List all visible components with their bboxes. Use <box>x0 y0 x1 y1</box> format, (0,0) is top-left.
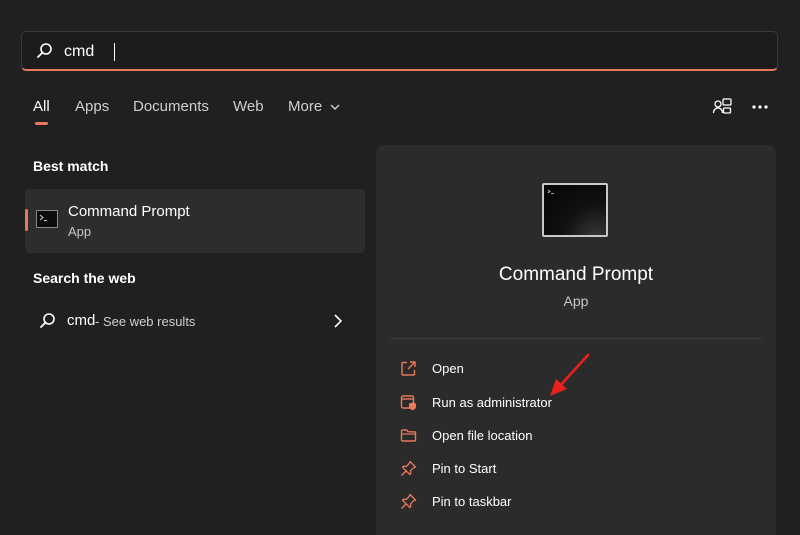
chevron-right-icon <box>334 314 343 328</box>
web-result-item[interactable]: cmd - See web results <box>25 303 365 339</box>
pin-to-taskbar-action[interactable]: Pin to taskbar <box>400 491 740 513</box>
command-prompt-icon <box>542 183 608 237</box>
web-query: cmd <box>67 312 96 329</box>
tab-label: Apps <box>75 98 110 115</box>
tab-web[interactable]: Web <box>233 98 264 115</box>
open-file-location-action[interactable]: Open file location <box>400 425 740 447</box>
pin-icon <box>401 460 417 476</box>
tab-more[interactable]: More <box>288 98 340 115</box>
action-label: Open file location <box>432 428 533 443</box>
action-label: Run as administrator <box>432 395 552 410</box>
pin-icon <box>401 493 417 509</box>
tab-label: More <box>288 98 323 115</box>
web-results-hint: - See web results <box>95 314 196 329</box>
best-match-item[interactable]: Command Prompt App <box>25 189 365 253</box>
search-input[interactable] <box>64 41 714 63</box>
command-prompt-icon <box>36 210 58 228</box>
run-admin-icon <box>400 395 416 411</box>
windows-search-window: All Apps Documents Web More Best match <box>0 0 800 535</box>
selection-indicator <box>25 209 28 231</box>
pin-to-start-action[interactable]: Pin to Start <box>400 458 740 480</box>
more-icon[interactable] <box>750 97 770 117</box>
action-label: Pin to Start <box>432 461 497 476</box>
search-icon <box>40 313 55 328</box>
details-panel: Command Prompt App Open Run as administr… <box>376 145 776 535</box>
active-tab-indicator <box>35 122 48 125</box>
terminal-glyph-icon <box>547 189 554 194</box>
folder-icon <box>400 429 417 442</box>
best-match-heading: Best match <box>33 158 109 174</box>
terminal-glyph-icon <box>39 214 47 221</box>
details-subtitle: App <box>563 293 589 309</box>
tab-label: Web <box>233 98 264 115</box>
search-icon <box>37 43 52 58</box>
tab-all[interactable]: All <box>33 98 50 125</box>
tab-apps[interactable]: Apps <box>75 98 109 115</box>
annotation-arrow-icon <box>550 353 590 396</box>
best-match-subtitle: App <box>68 224 92 239</box>
search-box[interactable] <box>21 31 778 71</box>
action-label: Pin to taskbar <box>432 494 512 509</box>
tab-label: Documents <box>133 98 209 115</box>
details-title: Command Prompt <box>498 264 654 285</box>
search-web-heading: Search the web <box>33 270 136 286</box>
open-icon <box>401 361 416 376</box>
best-match-title: Command Prompt <box>68 203 190 220</box>
chevron-down-icon <box>330 104 340 111</box>
tab-documents[interactable]: Documents <box>133 98 209 115</box>
action-label: Open <box>432 361 464 376</box>
divider <box>390 338 762 339</box>
tab-label: All <box>33 98 50 115</box>
share-device-icon[interactable] <box>712 97 732 117</box>
text-caret <box>114 43 115 61</box>
